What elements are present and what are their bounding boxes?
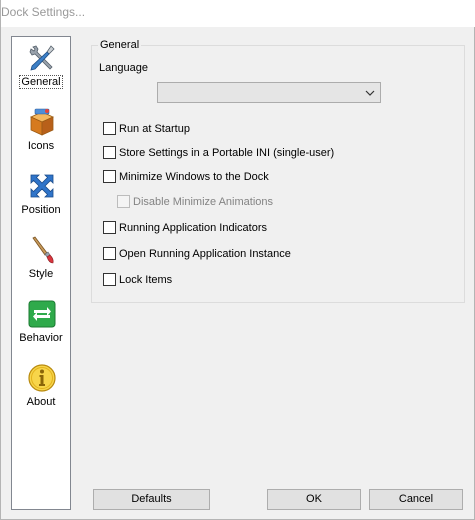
swap-arrows-icon	[27, 299, 57, 329]
nav-label-about: About	[27, 396, 56, 408]
title-bar[interactable]: Dock Settings...	[1, 0, 475, 27]
window-title: Dock Settings...	[1, 5, 85, 19]
nav-label-icons: Icons	[28, 140, 54, 152]
checkbox-box[interactable]	[103, 247, 116, 260]
chevron-down-icon	[365, 89, 375, 97]
checkbox-box[interactable]	[103, 122, 116, 135]
ok-button[interactable]: OK	[267, 489, 361, 510]
nav-item-style[interactable]: Style	[12, 229, 70, 289]
box-icon	[27, 107, 57, 137]
checkbox-box	[117, 195, 130, 208]
checkbox-box[interactable]	[103, 221, 116, 234]
nav-item-general[interactable]: General	[12, 37, 70, 97]
cancel-button[interactable]: Cancel	[369, 489, 463, 510]
nav-item-about[interactable]: About	[12, 357, 70, 417]
settings-nav: General Icons Position Style Behavior Ab…	[11, 36, 71, 510]
checkbox-label: Store Settings in a Portable INI (single…	[119, 146, 334, 160]
nav-label-behavior: Behavior	[19, 332, 62, 344]
nav-label-position: Position	[21, 204, 60, 216]
info-icon	[27, 363, 57, 393]
tools-icon	[27, 43, 57, 73]
nav-label-style: Style	[29, 268, 53, 280]
language-select[interactable]	[157, 82, 381, 103]
checkbox-label: Run at Startup	[119, 122, 190, 136]
checkbox-label: Minimize Windows to the Dock	[119, 170, 269, 184]
checkbox-label: Open Running Application Instance	[119, 247, 291, 261]
defaults-button[interactable]: Defaults	[93, 489, 210, 510]
checkbox-box[interactable]	[103, 146, 116, 159]
nav-item-position[interactable]: Position	[12, 165, 70, 225]
nav-item-icons[interactable]: Icons	[12, 101, 70, 161]
move-arrows-icon	[27, 171, 57, 201]
checkbox-label: Disable Minimize Animations	[133, 195, 273, 209]
checkbox-label: Running Application Indicators	[119, 221, 267, 235]
checkbox-label: Lock Items	[119, 273, 172, 287]
checkbox-box[interactable]	[103, 273, 116, 286]
paintbrush-icon	[27, 235, 57, 265]
language-label: Language	[99, 61, 148, 75]
checkbox-box[interactable]	[103, 170, 116, 183]
nav-item-behavior[interactable]: Behavior	[12, 293, 70, 353]
dock-settings-window: Dock Settings... General Icons Position …	[0, 0, 475, 520]
nav-label-general: General	[20, 76, 61, 88]
general-group-title: General	[98, 38, 141, 52]
